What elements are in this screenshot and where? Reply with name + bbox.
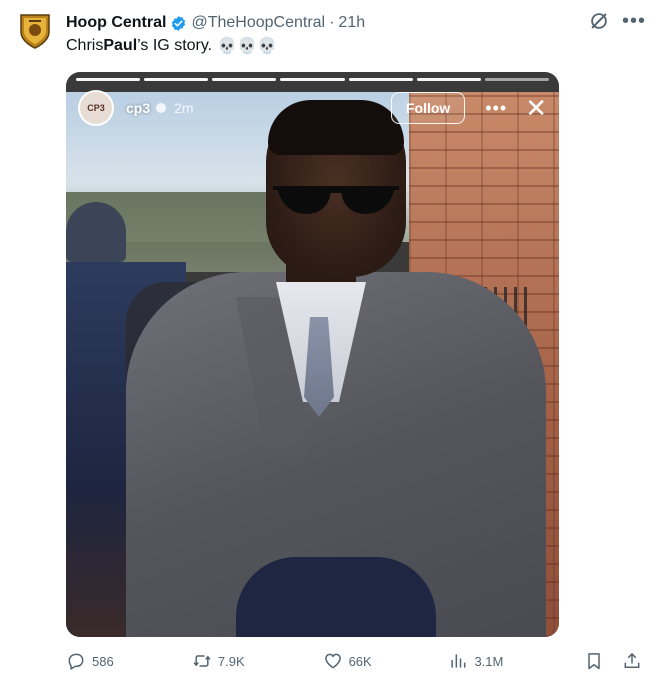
story-progress-bars — [76, 78, 549, 81]
tweet-time[interactable]: 21h — [338, 14, 365, 32]
story-progress-segment — [416, 78, 481, 81]
bookmark-icon[interactable] — [584, 651, 604, 671]
story-username: cp3 — [126, 100, 151, 116]
story-progress-segment — [212, 78, 277, 81]
story-more-icon: ••• — [485, 97, 508, 118]
heart-icon — [324, 653, 341, 669]
verified-badge-icon — [172, 15, 186, 31]
story-verified-icon — [156, 103, 167, 113]
story-avatar: CP3 — [78, 90, 114, 126]
photo-bystander-hat — [66, 202, 126, 262]
tweet-secondary-actions — [584, 651, 642, 671]
story-progress-segment — [76, 78, 141, 81]
views-button[interactable]: 3.1M — [448, 651, 584, 671]
story-time: 2m — [174, 100, 194, 116]
grok-icon[interactable] — [588, 10, 610, 32]
story-progress-segment — [280, 78, 345, 81]
author-avatar[interactable] — [18, 12, 52, 50]
views-icon — [451, 654, 466, 668]
share-icon[interactable] — [622, 651, 642, 671]
tweet-top-actions: ••• — [588, 10, 646, 32]
story-header: CP3 cp3 2m Follow ••• ✕ — [78, 90, 551, 126]
photo-sunglasses — [273, 186, 399, 214]
story-progress-segment — [348, 78, 413, 81]
reply-count: 586 — [92, 653, 114, 669]
author-handle[interactable]: @TheHoopCentral — [191, 14, 325, 32]
story-progress-segment — [144, 78, 209, 81]
skull-emojis: 💀💀💀 — [217, 38, 277, 55]
like-button[interactable]: 66K — [323, 651, 449, 671]
story-progress-segment — [484, 78, 549, 81]
more-icon[interactable]: ••• — [622, 11, 646, 31]
photo-foreground-hat — [236, 557, 436, 637]
like-count: 66K — [348, 653, 372, 669]
retweet-icon — [193, 655, 211, 667]
author-name[interactable]: Hoop Central — [66, 14, 166, 32]
tweet-media-image[interactable]: CP3 cp3 2m Follow ••• ✕ — [66, 72, 559, 637]
tweet-text: Chris Paul ’s IG story. 💀💀💀 — [66, 36, 277, 56]
retweet-count: 7.9K — [217, 653, 245, 669]
story-follow-button: Follow — [390, 92, 466, 124]
tweet-text-end: ’s IG story. — [137, 37, 213, 54]
reply-button[interactable]: 586 — [66, 651, 192, 671]
tweet-action-bar: 586 7.9K 66K 3.1M — [66, 646, 642, 676]
tweet-text-start: Chris — [66, 37, 104, 54]
story-close-icon: ✕ — [525, 93, 547, 123]
reply-icon — [68, 653, 84, 670]
story-avatar-text: CP3 — [87, 103, 105, 113]
views-count: 3.1M — [474, 653, 504, 669]
separator-dot: · — [329, 14, 335, 31]
tweet-text-highlight: Paul — [103, 37, 138, 54]
tweet-header: Hoop Central @TheHoopCentral · 21h — [66, 12, 650, 34]
retweet-button[interactable]: 7.9K — [192, 651, 323, 671]
